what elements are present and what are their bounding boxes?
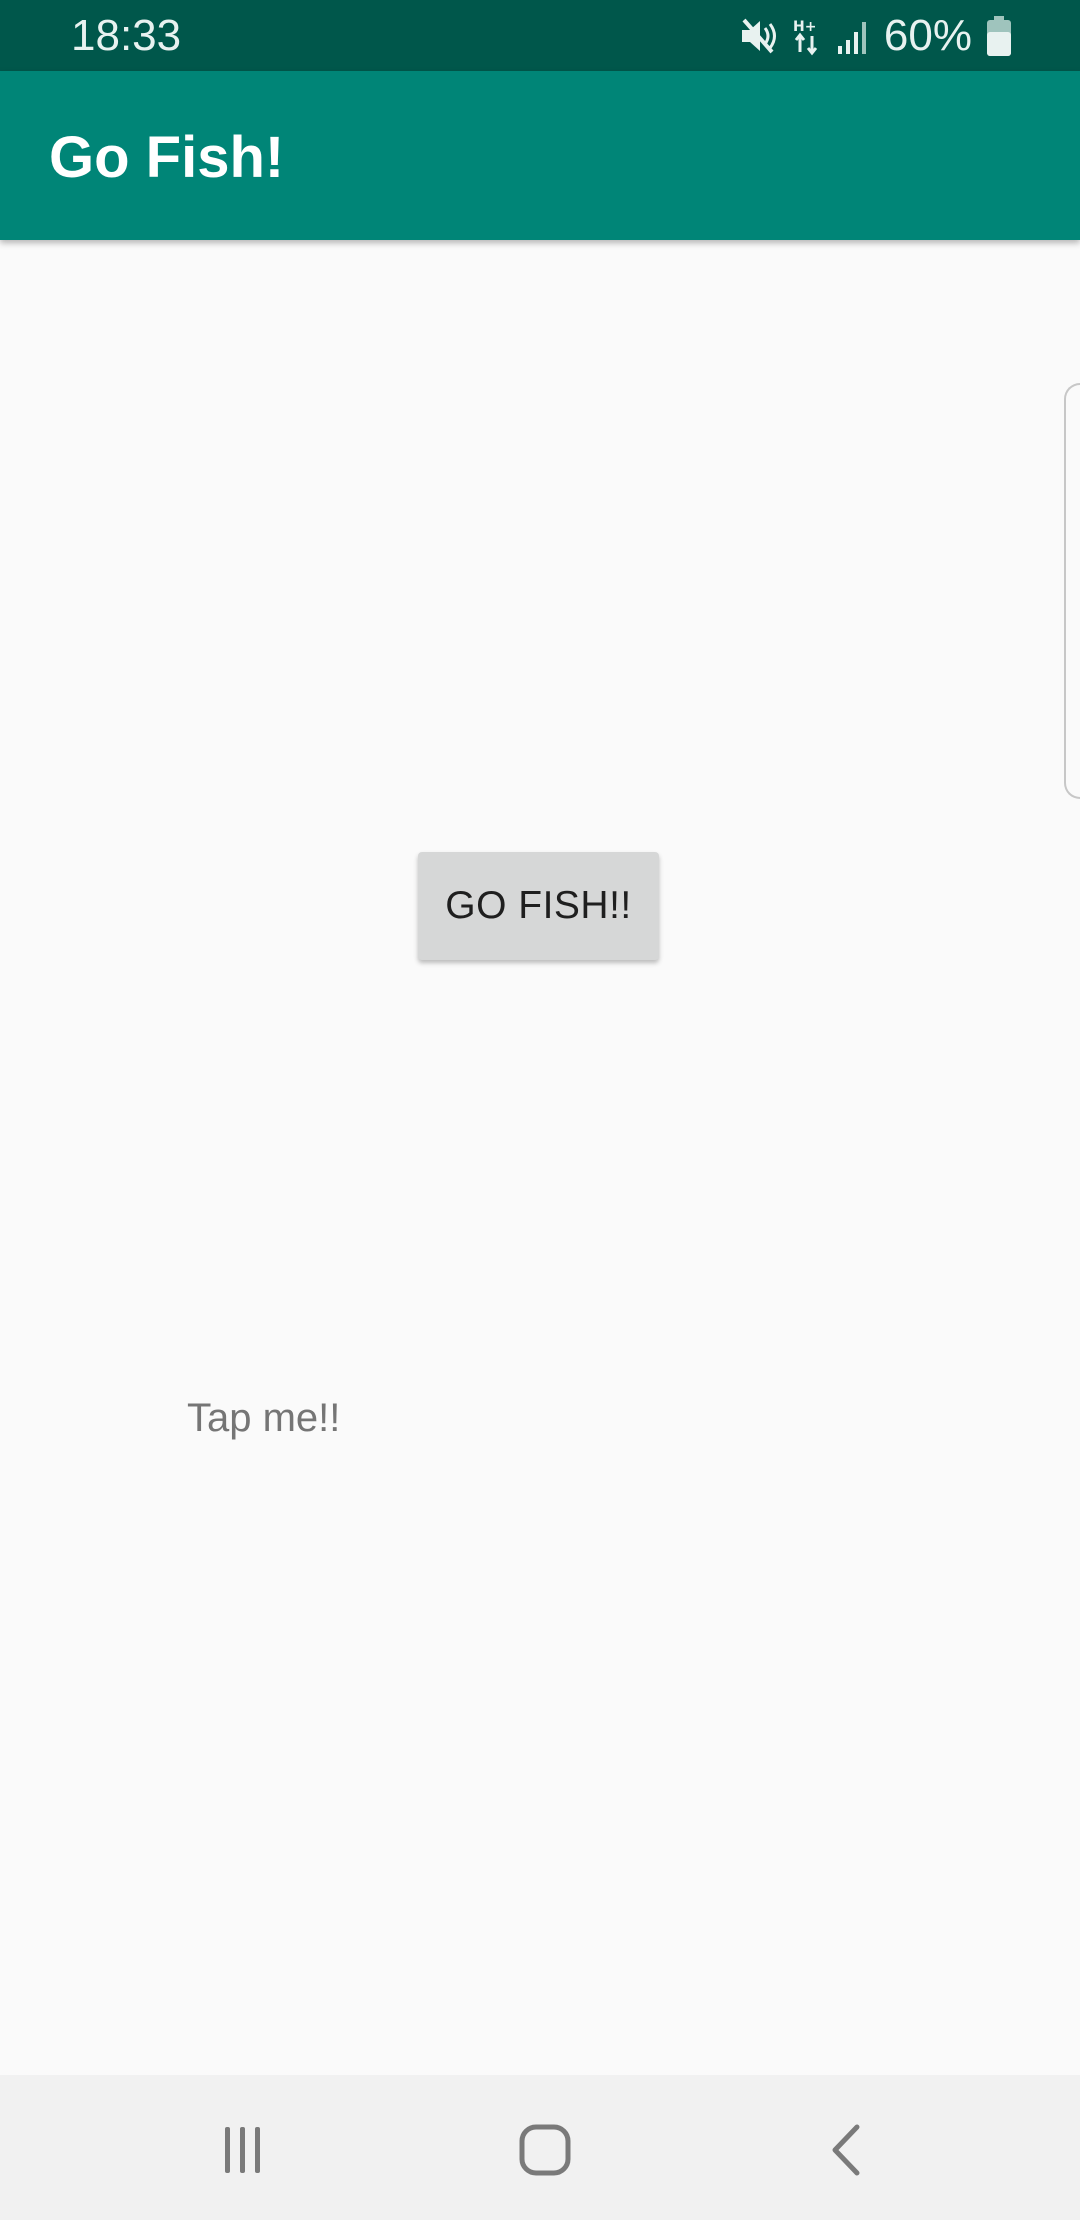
edge-panel-handle[interactable] <box>1064 383 1080 799</box>
tap-me-text[interactable]: Tap me!! <box>187 1392 340 1444</box>
status-bar: 18:33 H+ 60% <box>0 0 1080 71</box>
status-time: 18:33 <box>71 11 182 60</box>
app-bar: Go Fish! <box>0 71 1080 240</box>
battery-icon <box>986 15 1012 57</box>
back-icon[interactable] <box>812 2115 882 2185</box>
signal-icon <box>836 16 870 56</box>
go-fish-button[interactable]: GO FISH!! <box>418 852 659 960</box>
home-icon[interactable] <box>510 2115 580 2185</box>
svg-text:H+: H+ <box>793 19 816 35</box>
hplus-data-icon: H+ <box>792 16 822 56</box>
app-title: Go Fish! <box>49 125 285 190</box>
recents-icon[interactable] <box>208 2115 278 2185</box>
navigation-bar <box>0 2075 1080 2220</box>
battery-percent: 60% <box>883 11 972 60</box>
mute-icon <box>738 16 778 56</box>
status-icons: H+ 60% <box>738 12 1012 60</box>
